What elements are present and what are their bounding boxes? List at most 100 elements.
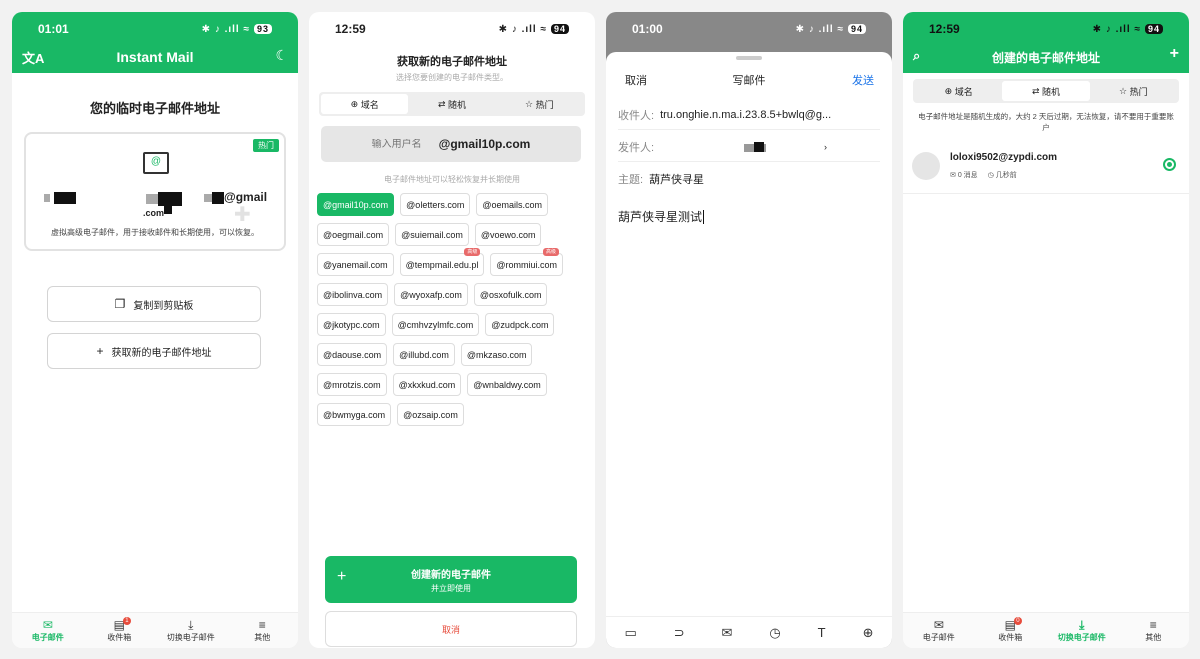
status-time: 01:00 <box>632 22 663 36</box>
tab-inbox[interactable]: ▤ 0 收件箱 <box>975 613 1047 648</box>
domain-chip[interactable]: @gmail10p.com <box>317 193 395 216</box>
to-field[interactable]: 收件人: tru.onghie.n.ma.i.23.8.5+bwlq@g... <box>618 100 880 130</box>
message-body[interactable]: 葫芦侠寻星测试 <box>618 208 705 225</box>
get-new-email-button[interactable]: + 获取新的电子邮件地址 <box>47 333 261 369</box>
create-email-button[interactable]: + 创建新的电子邮件 并立即使用 <box>325 556 577 603</box>
tab-label: 其他 <box>254 633 271 642</box>
dark-mode-icon[interactable]: ☾ <box>275 47 288 64</box>
bottom-tab-bar: ✉ 电子邮件 ▤ 0 收件箱 ⤓ 切换电子邮件 ≡ 其他 <box>903 612 1189 648</box>
copy-to-clipboard-button[interactable]: ❐ 复制到剪贴板 <box>47 286 261 322</box>
text-icon[interactable]: T <box>818 625 826 640</box>
mail-icon: ✉ <box>42 618 53 632</box>
phone-screen-created-emails: 12:59 ✱ ♪ .ıll ≈94 ⌕ 创建的电子邮件地址 + ⊕ 域名 ⇄ … <box>903 12 1189 648</box>
domain-chip-label: @osxofulk.com <box>479 289 542 300</box>
tab-email[interactable]: ✉ 电子邮件 <box>12 613 84 648</box>
card-description: 虚拟高级电子邮件，用于接收邮件和长期使用，可以恢复。 <box>51 228 259 237</box>
email-address: loloxi9502@zypdi.com <box>950 152 1058 163</box>
segment-popular[interactable]: ☆ 热门 <box>1090 81 1177 101</box>
created-time: ◷ 几秒前 <box>988 170 1017 180</box>
redaction <box>754 142 764 152</box>
domain-chip[interactable]: @illubd.com <box>393 343 455 366</box>
domain-chip[interactable]: @bwmyga.com <box>317 403 392 426</box>
domain-chip[interactable]: @daouse.com <box>317 343 388 366</box>
tab-other[interactable]: ≡ 其他 <box>1118 613 1190 648</box>
download-icon: ⤓ <box>188 618 194 632</box>
add-icon[interactable]: + <box>1170 45 1179 63</box>
compose-sheet: 取消 写邮件 发送 收件人: tru.onghie.n.ma.i.23.8.5+… <box>606 52 892 648</box>
copy-button-label: 复制到剪贴板 <box>133 300 194 312</box>
segment-domain[interactable]: ⊕ 域名 <box>321 94 409 114</box>
clock-icon[interactable]: ◷ <box>769 625 780 641</box>
advanced-badge: 高级 <box>542 248 559 256</box>
domain-chip[interactable]: @suiemail.com <box>395 223 469 246</box>
segment-random[interactable]: ⇄ 随机 <box>408 94 495 114</box>
status-icons: ✱ ♪ .ıll ≈ <box>201 23 250 35</box>
tab-switch-email[interactable]: ⤓ 切换电子邮件 <box>1046 613 1118 648</box>
tab-switch-email[interactable]: ⤓ 切换电子邮件 <box>155 613 227 648</box>
shuffle-icon: ⇄ <box>437 98 446 109</box>
mail-illustration-icon: @ <box>143 152 169 174</box>
tab-label: 切换电子邮件 <box>1057 633 1106 642</box>
domain-chip[interactable]: @osxofulk.com <box>473 283 548 306</box>
tab-inbox[interactable]: ▤ 1 收件箱 <box>84 613 156 648</box>
domain-chip[interactable]: @oegmail.com <box>317 223 390 246</box>
domain-chip[interactable]: @mkzaso.com <box>460 343 533 366</box>
domain-chip[interactable]: @ozsaip.com <box>397 403 464 426</box>
subject-field[interactable]: 主题: 葫芦侠寻星 <box>618 164 880 194</box>
email-card[interactable]: 热门 @ ✚ @gmail .com 虚拟高级电子邮件，用于接收邮件和长期使用，… <box>24 132 286 251</box>
subject-label: 主题: <box>618 174 644 186</box>
redaction <box>146 194 158 204</box>
domain-chip[interactable]: @rommiui.com 高级 <box>490 248 563 276</box>
domain-chip-label: @gmail10p.com <box>323 199 389 210</box>
segment-popular[interactable]: ☆ 热门 <box>496 94 583 114</box>
redaction <box>54 192 76 204</box>
send-button[interactable]: 发送 <box>852 72 874 88</box>
menu-icon: ≡ <box>1149 618 1157 632</box>
recovery-hint: 电子邮件地址可以轻松恢复并长期使用 <box>384 175 520 184</box>
domain-chip[interactable]: @voewo.com <box>474 223 542 246</box>
domain-chip[interactable]: @wyoxafp.com <box>394 283 468 306</box>
cancel-button[interactable]: 取消 <box>325 611 577 647</box>
segment-label: 随机 <box>448 99 467 110</box>
domain-chip[interactable]: @oletters.com <box>400 193 471 216</box>
link-icon[interactable]: ⊃ <box>674 625 685 641</box>
tab-label: 收件箱 <box>998 633 1023 642</box>
username-input[interactable] <box>371 138 427 150</box>
segment-random[interactable]: ⇄ 随机 <box>1002 81 1090 101</box>
domain-chip[interactable]: @tempmail.edu.pl 高级 <box>399 248 485 276</box>
add-icon[interactable]: ⊕ <box>863 625 874 641</box>
domain-chip[interactable]: @mrotzis.com <box>317 373 387 396</box>
domain-chip-label: @rommiui.com <box>496 259 557 270</box>
phone-screen-new-email: 12:59 ✱ ♪ .ıll ≈94 获取新的电子邮件地址 选择您要创建的电子邮… <box>309 12 595 648</box>
domain-chip[interactable]: @zudpck.com <box>485 313 555 336</box>
domain-chip-label: @yanemail.com <box>323 259 388 270</box>
list-item[interactable]: loloxi9502@zypdi.com ✉ 0 消息 ◷ 几秒前 <box>903 146 1189 194</box>
from-field[interactable]: 发件人: › <box>618 132 880 162</box>
tab-other[interactable]: ≡ 其他 <box>227 613 299 648</box>
drag-handle[interactable] <box>736 56 762 60</box>
domain-chip[interactable]: @cmhvzylmfc.com <box>391 313 480 336</box>
domain-chip[interactable]: @ibolinva.com <box>317 283 389 306</box>
domain-chip[interactable]: @yanemail.com <box>317 253 394 276</box>
translate-icon[interactable]: 文A <box>22 48 44 67</box>
star-icon: ☆ <box>525 98 534 109</box>
domain-chip[interactable]: @xkxkud.com <box>392 373 462 396</box>
domain-chip-label: @daouse.com <box>323 349 382 360</box>
message-count: ✉ 0 消息 <box>950 170 978 180</box>
tab-label: 收件箱 <box>107 633 132 642</box>
tab-email[interactable]: ✉ 电子邮件 <box>903 613 975 648</box>
search-icon[interactable]: ⌕ <box>913 48 920 64</box>
globe-icon: ⊕ <box>944 85 953 96</box>
clock-icon: ◷ <box>987 172 994 179</box>
selected-radio[interactable] <box>1163 158 1176 171</box>
chevron-right-icon[interactable]: › <box>824 142 827 152</box>
domain-chip[interactable]: @wnbaldwy.com <box>467 373 547 396</box>
segment-domain[interactable]: ⊕ 域名 <box>915 81 1002 101</box>
redaction <box>212 192 224 204</box>
image-icon[interactable]: ▭ <box>624 625 636 641</box>
domain-chip[interactable]: @jkotypc.com <box>317 313 386 336</box>
mail-icon[interactable]: ✉ <box>722 625 733 641</box>
text-cursor <box>703 210 705 224</box>
battery-level: 94 <box>1144 24 1163 34</box>
domain-chip[interactable]: @oemails.com <box>476 193 548 216</box>
